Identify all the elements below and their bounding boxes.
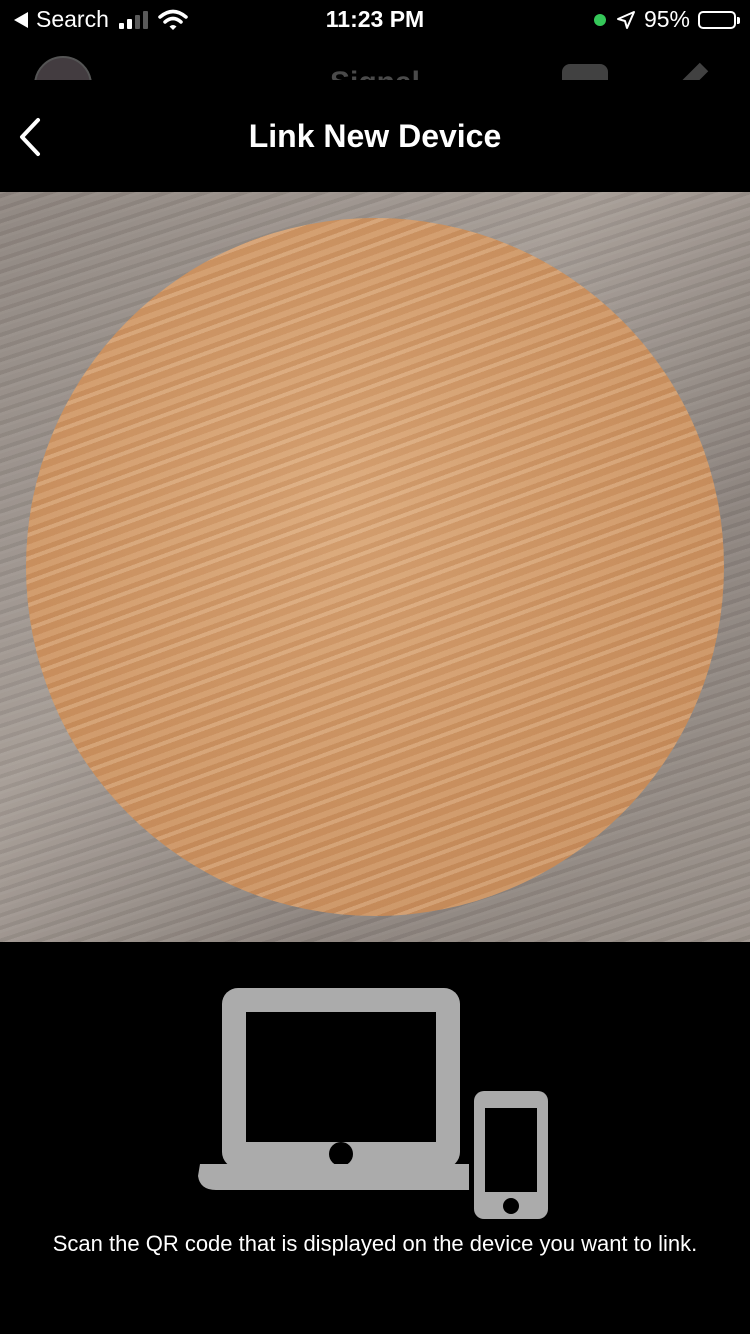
location-arrow-icon — [616, 10, 635, 29]
status-bar: Search 11:23 PM 95% — [0, 0, 750, 42]
camera-icon — [562, 64, 608, 80]
scan-area-circle — [26, 218, 724, 916]
linked-devices-icon — [198, 988, 553, 1224]
mic-in-use-dot — [593, 13, 606, 26]
battery-icon — [698, 10, 740, 29]
status-right: 95% — [593, 6, 740, 33]
battery-percent: 95% — [643, 6, 690, 32]
underlying-screen-peek: Signal — [0, 44, 750, 80]
navigation-bar: Link New Device — [0, 80, 750, 192]
qr-scanner-viewfinder — [0, 192, 750, 942]
instruction-text: Scan the QR code that is displayed on th… — [52, 1231, 698, 1256]
underlying-app-title: Signal — [0, 66, 750, 80]
page-title: Link New Device — [248, 118, 502, 154]
